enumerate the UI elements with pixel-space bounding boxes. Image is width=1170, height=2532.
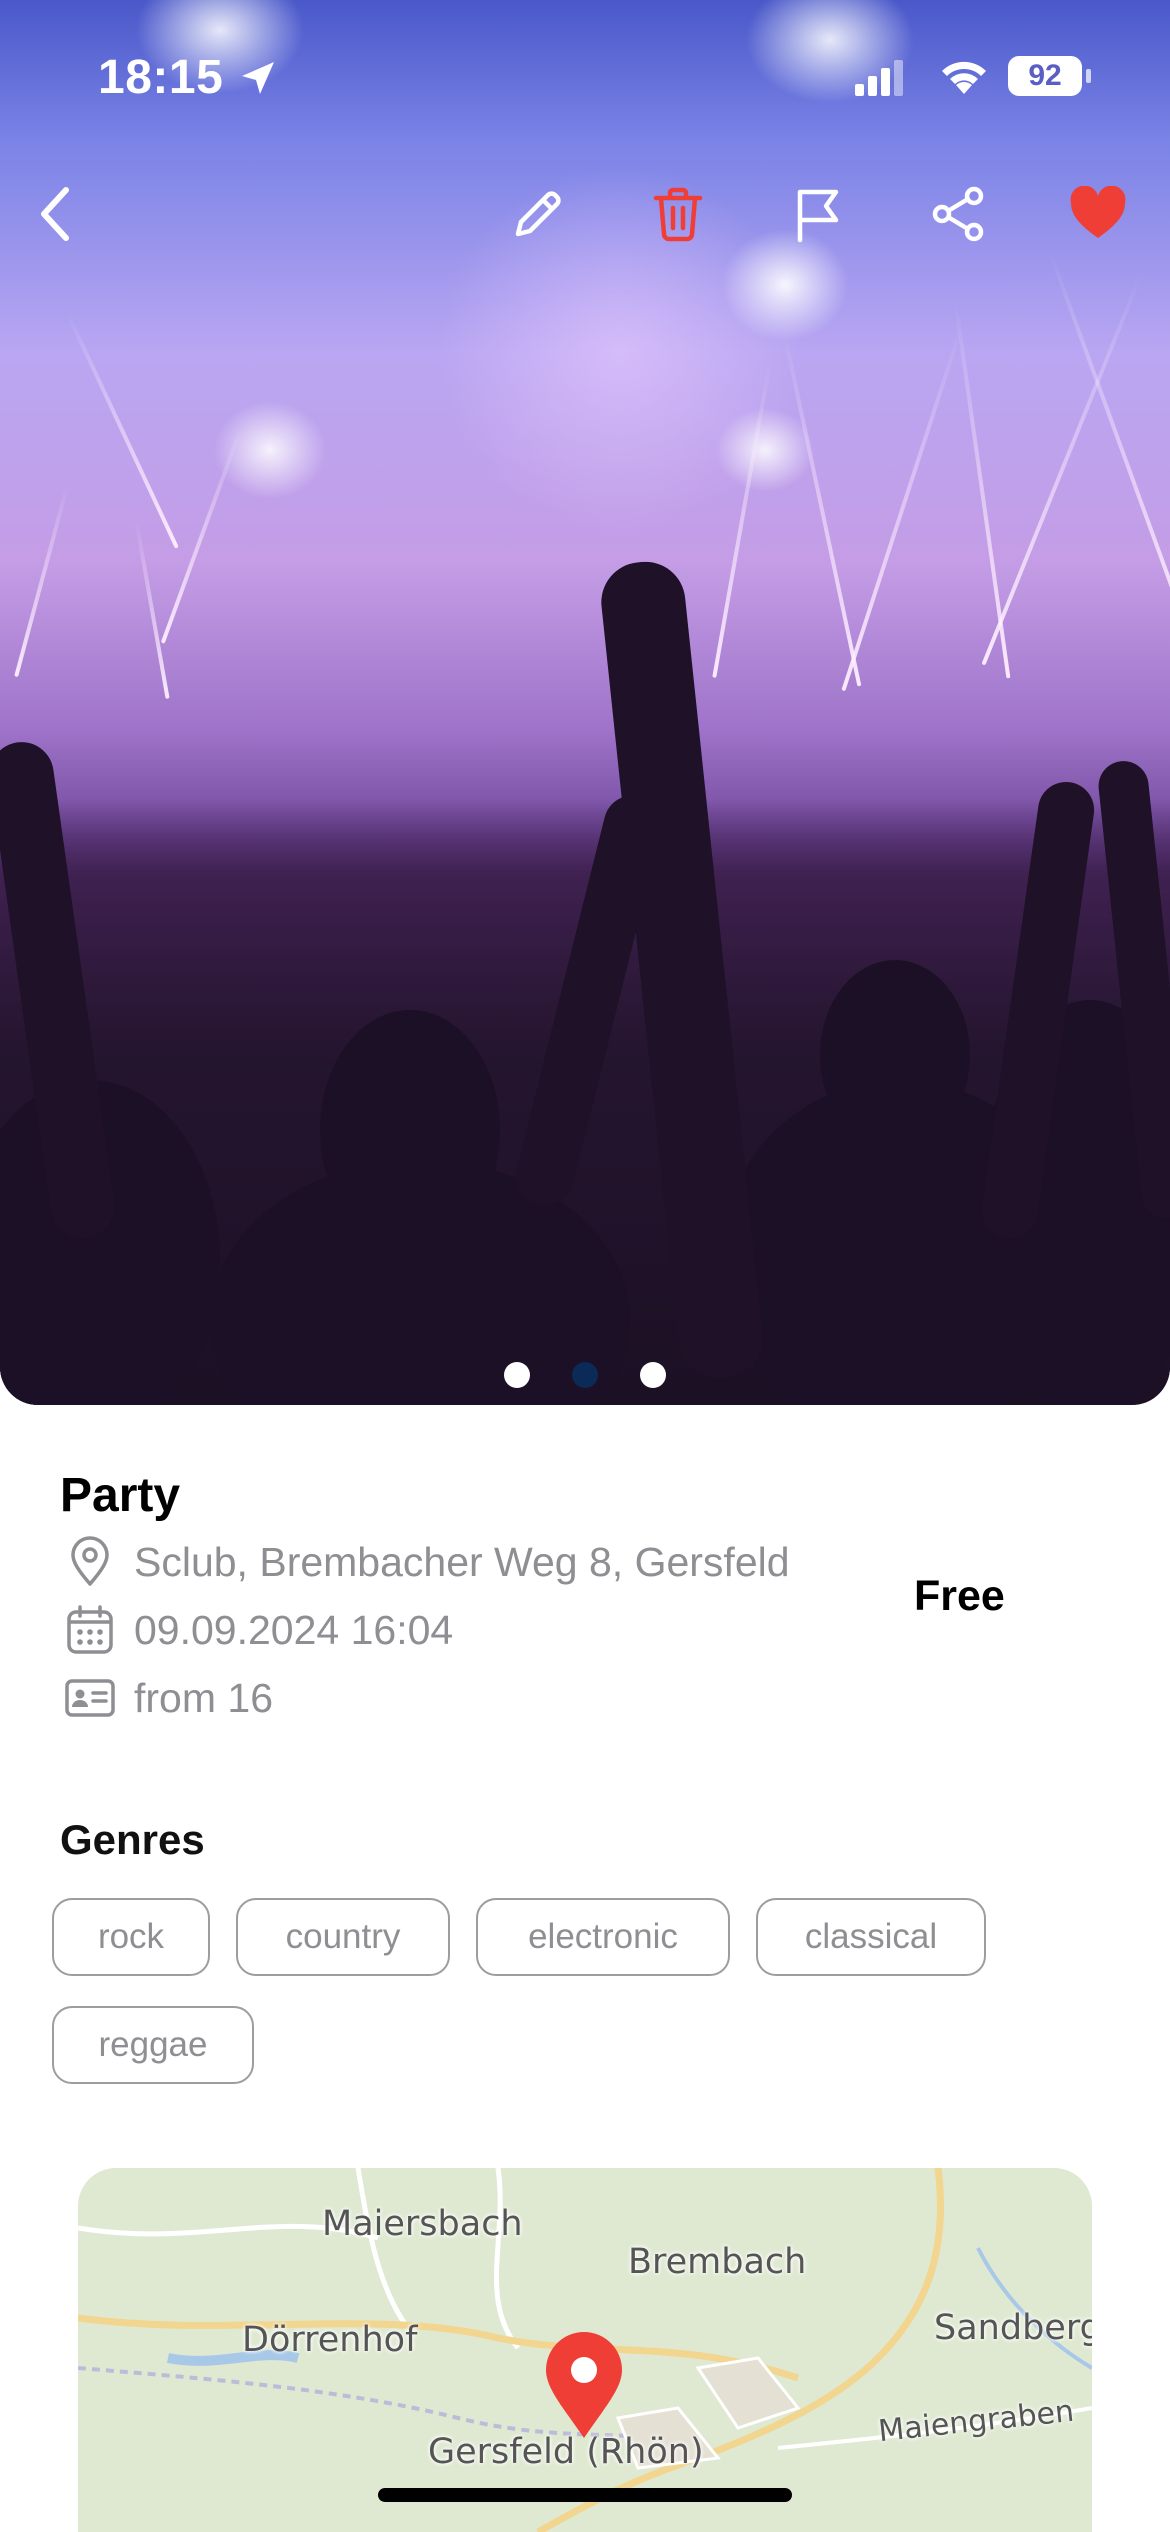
event-age-row: from 16: [62, 1670, 273, 1726]
calendar-icon: [67, 1605, 113, 1654]
id-card-icon: [65, 1679, 115, 1717]
carousel-pagination: [0, 1362, 1170, 1392]
share-button[interactable]: [926, 182, 990, 246]
report-button[interactable]: [786, 182, 850, 246]
battery-level: 92: [1008, 56, 1082, 96]
genre-chip[interactable]: electronic: [476, 1898, 730, 1976]
trash-icon: [653, 187, 703, 242]
share-icon: [932, 186, 984, 242]
cellular-signal-icon: [855, 60, 903, 96]
event-image-carousel[interactable]: 18:15 92: [0, 0, 1170, 1405]
status-time: 18:15: [98, 51, 224, 104]
genre-chip[interactable]: country: [236, 1898, 450, 1976]
status-bar: 18:15 92: [0, 0, 1170, 150]
genre-chip[interactable]: rock: [52, 1898, 210, 1976]
genres-heading: Genres: [60, 1816, 205, 1863]
event-location-map[interactable]: Maiersbach Brembach Dörrenhof Sandberg M…: [78, 2168, 1092, 2532]
map-label: Maiersbach: [322, 2204, 523, 2244]
heart-icon: [1070, 186, 1126, 238]
carousel-dot[interactable]: [640, 1362, 666, 1388]
delete-button[interactable]: [646, 182, 710, 246]
firework-spark: [14, 482, 70, 678]
event-datetime: 09.09.2024 16:04: [134, 1606, 454, 1653]
event-location-row[interactable]: Sclub, Brembacher Weg 8, Gersfeld: [62, 1534, 790, 1590]
back-button[interactable]: [24, 182, 88, 246]
home-indicator: [378, 2488, 792, 2502]
firework-spark: [841, 328, 963, 692]
firework-spark: [65, 311, 179, 549]
map-label: Sandberg: [934, 2308, 1092, 2348]
location-arrow-icon: [242, 62, 274, 94]
event-age-restriction: from 16: [134, 1674, 273, 1721]
carousel-dot[interactable]: [504, 1362, 530, 1388]
genre-chip[interactable]: reggae: [52, 2006, 254, 2084]
firework-spark: [712, 362, 772, 678]
location-pin-icon: [71, 1536, 109, 1586]
pencil-icon: [515, 191, 561, 237]
wifi-icon: [942, 61, 986, 94]
map-pin-icon: [546, 2332, 622, 2438]
favorite-button[interactable]: [1066, 182, 1130, 246]
firework-spark: [782, 333, 862, 687]
firework-spark: [134, 521, 170, 699]
event-date-row: 09.09.2024 16:04: [62, 1602, 453, 1658]
flag-icon: [797, 189, 839, 243]
firework-spark: [981, 274, 1143, 666]
edit-button[interactable]: [506, 182, 570, 246]
carousel-dot-active[interactable]: [572, 1362, 598, 1388]
map-label: Brembach: [628, 2242, 807, 2282]
battery-cap: [1086, 69, 1091, 83]
back-icon: [41, 187, 69, 241]
genre-chip[interactable]: classical: [756, 1898, 986, 1976]
map-label: Dörrenhof: [242, 2320, 418, 2360]
event-title: Party: [60, 1469, 181, 1522]
event-price: Free: [914, 1572, 1005, 1620]
event-location: Sclub, Brembacher Weg 8, Gersfeld: [134, 1538, 790, 1585]
